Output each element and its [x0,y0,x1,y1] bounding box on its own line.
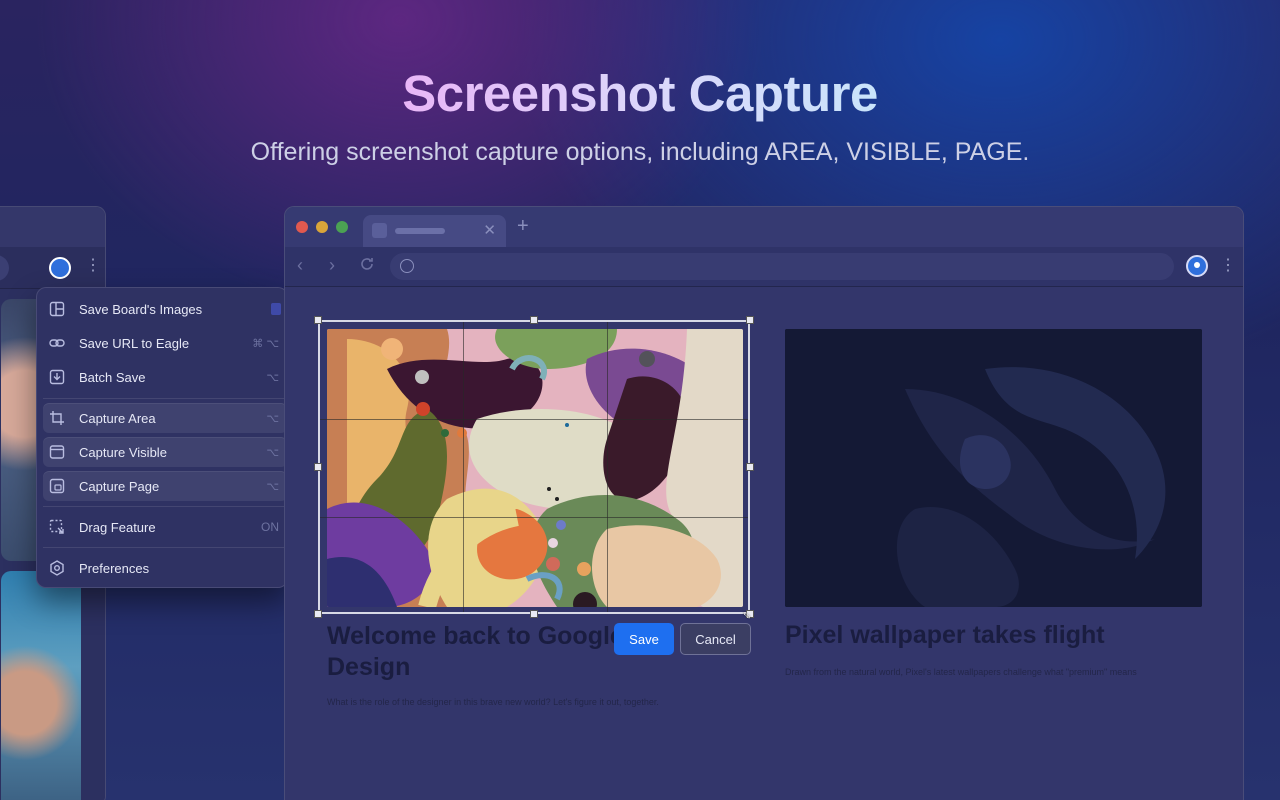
resize-handle-right[interactable] [746,463,754,471]
menu-item-label: Save URL to Eagle [79,335,190,351]
resize-handle-top-right[interactable] [746,316,754,324]
save-button[interactable]: Save [614,623,674,655]
menu-item-label: Batch Save [79,369,146,385]
drag-feature-status: ON [261,520,279,534]
menu-item-capture-area[interactable]: Capture Area ⌥ [43,403,287,433]
hero-title: Screenshot Capture [402,65,878,122]
forward-icon[interactable]: › [329,255,335,276]
menu-divider [43,398,287,399]
menu-item-shortcut: ⌥ [266,371,279,384]
eagle-extension-icon[interactable] [49,257,71,279]
background-address-bar[interactable] [0,255,9,281]
menu-item-save-url[interactable]: Save URL to Eagle ⌘ ⌥ [43,328,287,358]
menu-item-save-board-images[interactable]: Save Board's Images [43,294,287,324]
cancel-button[interactable]: Cancel [680,623,751,655]
back-icon[interactable]: ‹ [297,255,303,276]
menu-item-drag-feature[interactable]: Drag Feature ON [43,512,287,542]
bird-wings-image [785,329,1202,607]
menu-divider [43,547,287,548]
portrait-image[interactable] [1,571,81,800]
article-image[interactable] [785,329,1202,607]
address-bar[interactable] [390,253,1174,280]
menu-item-batch-save[interactable]: Batch Save ⌥ [43,362,287,392]
link-icon [49,335,65,351]
more-menu-icon[interactable]: ⋮ [85,255,101,275]
background-tab-bar [0,207,105,247]
article-summary: Drawn from the natural world, Pixel's la… [785,667,1137,677]
batch-save-icon [49,369,65,385]
minimize-window-button[interactable] [316,221,328,233]
crop-icon [49,410,65,426]
extension-menu: Save Board's Images Save URL to Eagle ⌘ … [36,287,288,588]
browser-tab[interactable]: ✕ [363,215,506,247]
menu-item-shortcut: ⌘ ⌥ [252,337,279,350]
resize-handle-top-left[interactable] [314,316,322,324]
menu-item-shortcut: ⌥ [266,412,279,425]
menu-item-shortcut: ⌥ [266,446,279,459]
resize-handle-bottom[interactable] [530,610,538,618]
resize-handle-top[interactable] [530,316,538,324]
hero-subtitle: Offering screenshot capture options, inc… [250,138,1030,166]
window-icon [49,444,65,460]
grid-line [320,517,748,518]
grid-line [320,419,748,420]
resize-handle-left[interactable] [314,463,322,471]
settings-icon [49,560,65,576]
drag-icon [49,519,65,535]
favicon-icon [372,223,387,238]
menu-item-preferences[interactable]: Preferences [43,553,287,583]
grid-line [463,322,464,612]
menu-item-label: Capture Area [79,410,156,426]
page-capture-icon [49,478,65,494]
menu-item-label: Drag Feature [79,519,156,535]
capture-selection-area[interactable] [318,320,750,614]
tab-title-placeholder [395,228,445,234]
new-tab-icon[interactable]: + [517,215,529,238]
close-window-button[interactable] [296,221,308,233]
reload-icon[interactable] [359,256,375,277]
menu-item-label: Save Board's Images [79,301,203,317]
menu-item-label: Capture Page [79,478,160,494]
article-summary: What is the role of the designer in this… [327,697,659,707]
board-images-icon [49,301,65,317]
browser-toolbar: ‹ › ⋮ [285,247,1243,287]
search-icon [400,259,414,273]
more-menu-icon[interactable]: ⋮ [1220,255,1236,275]
background-toolbar: ⋮ [0,247,105,289]
eagle-extension-icon[interactable] [1186,255,1208,277]
tab-bar: ✕ + [285,207,1243,247]
menu-item-label: Capture Visible [79,444,167,460]
menu-divider [43,506,287,507]
maximize-window-button[interactable] [336,221,348,233]
menu-item-shortcut: ⌥ [266,480,279,493]
resize-handle-bottom-left[interactable] [314,610,322,618]
article-title[interactable]: Pixel wallpaper takes flight [785,621,1105,650]
close-tab-icon[interactable]: ✕ [483,221,496,239]
grid-line [607,322,608,612]
shortcut-badge [271,303,281,315]
menu-item-label: Preferences [79,560,150,576]
article-title[interactable]: Welcome back to Google Design [327,621,627,683]
menu-item-capture-visible[interactable]: Capture Visible ⌥ [43,437,287,467]
menu-item-capture-page[interactable]: Capture Page ⌥ [43,471,287,501]
